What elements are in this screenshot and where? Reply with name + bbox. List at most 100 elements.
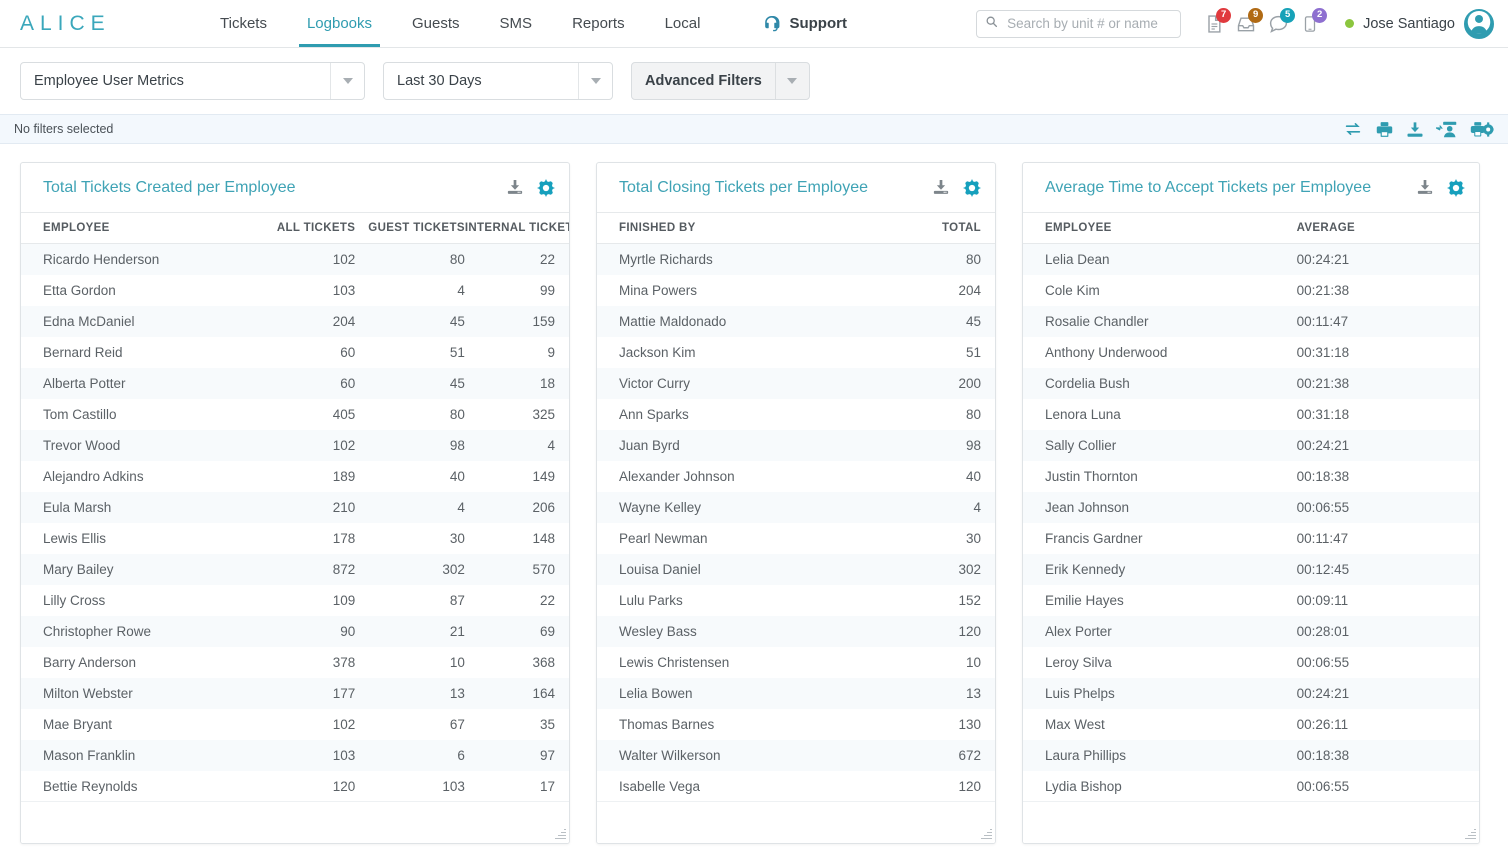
table-row[interactable]: Alexander Johnson40 xyxy=(597,461,995,492)
chevron-down-icon[interactable] xyxy=(330,63,364,99)
table-row[interactable]: Cole Kim00:21:38 xyxy=(1023,275,1479,306)
print-settings-icon[interactable] xyxy=(1470,121,1494,138)
nav-item-reports[interactable]: Reports xyxy=(552,0,645,47)
table-row[interactable]: Louisa Daniel302 xyxy=(597,554,995,585)
table-row[interactable]: Lewis Ellis17830148 xyxy=(21,523,569,554)
resize-handle[interactable] xyxy=(1464,828,1476,840)
table-row[interactable]: Lulu Parks152 xyxy=(597,585,995,616)
table-row[interactable]: Jackson Kim51 xyxy=(597,337,995,368)
table-row[interactable]: Wesley Bass120 xyxy=(597,616,995,647)
nav-item-sms[interactable]: SMS xyxy=(480,0,553,47)
avatar[interactable] xyxy=(1464,9,1494,39)
table-row[interactable]: Justin Thornton00:18:38 xyxy=(1023,461,1479,492)
table-row[interactable]: Trevor Wood102984 xyxy=(21,430,569,461)
col-finished-by[interactable]: FINISHED BY xyxy=(597,213,856,244)
advanced-filters-button[interactable]: Advanced Filters xyxy=(631,62,810,100)
resize-handle[interactable] xyxy=(554,828,566,840)
nav-item-guests[interactable]: Guests xyxy=(392,0,480,47)
col-total[interactable]: TOTAL xyxy=(856,213,995,244)
col-employee[interactable]: EMPLOYEE xyxy=(1023,213,1297,244)
gear-icon[interactable] xyxy=(963,179,981,197)
table-row[interactable]: Isabelle Vega120 xyxy=(597,771,995,801)
col-guest-tickets[interactable]: GUEST TICKETS xyxy=(355,213,465,244)
chevron-down-icon[interactable] xyxy=(578,63,612,99)
table-row[interactable]: Victor Curry200 xyxy=(597,368,995,399)
table-row[interactable]: Eula Marsh2104206 xyxy=(21,492,569,523)
resize-handle[interactable] xyxy=(980,828,992,840)
col-employee[interactable]: EMPLOYEE xyxy=(21,213,251,244)
table-row[interactable]: Lewis Christensen10 xyxy=(597,647,995,678)
table-row[interactable]: Francis Gardner00:11:47 xyxy=(1023,523,1479,554)
table-row[interactable]: Lelia Dean00:24:21 xyxy=(1023,244,1479,276)
gear-icon[interactable] xyxy=(1447,179,1465,197)
table-row[interactable]: Mary Bailey872302570 xyxy=(21,554,569,585)
table-row[interactable]: Christopher Rowe902169 xyxy=(21,616,569,647)
table-row[interactable]: Laura Phillips00:18:38 xyxy=(1023,740,1479,771)
table-row[interactable]: Alex Porter00:28:01 xyxy=(1023,616,1479,647)
nav-item-tickets[interactable]: Tickets xyxy=(200,0,287,47)
table-row[interactable]: Ann Sparks80 xyxy=(597,399,995,430)
table-row[interactable]: Lelia Bowen13 xyxy=(597,678,995,709)
cell-name: Sally Collier xyxy=(1023,430,1297,461)
col-internal-tickets[interactable]: INTERNAL TICKETS xyxy=(465,213,569,244)
search-box[interactable] xyxy=(976,10,1181,38)
alice-logo[interactable]: ALICE xyxy=(20,12,150,36)
send-to-user-icon[interactable] xyxy=(1436,121,1458,138)
table-row[interactable]: Milton Webster17713164 xyxy=(21,678,569,709)
table-row[interactable]: Tom Castillo40580325 xyxy=(21,399,569,430)
table-row[interactable]: Alberta Potter604518 xyxy=(21,368,569,399)
table-row[interactable]: Lydia Bishop00:06:55 xyxy=(1023,771,1479,801)
table-row[interactable]: Thomas Barnes130 xyxy=(597,709,995,740)
inbox-tray-icon[interactable]: 9 xyxy=(1233,11,1259,37)
nav-item-support[interactable]: Support xyxy=(762,14,847,33)
table-row[interactable]: Mina Powers204 xyxy=(597,275,995,306)
document-notes-icon[interactable]: 7 xyxy=(1201,11,1227,37)
download-icon[interactable] xyxy=(506,179,524,196)
table-row[interactable]: Lenora Luna00:31:18 xyxy=(1023,399,1479,430)
table-row[interactable]: Etta Gordon103499 xyxy=(21,275,569,306)
table-row[interactable]: Leroy Silva00:06:55 xyxy=(1023,647,1479,678)
table-row[interactable]: Luis Phelps00:24:21 xyxy=(1023,678,1479,709)
download-icon[interactable] xyxy=(1406,121,1424,138)
table-row[interactable]: Cordelia Bush00:21:38 xyxy=(1023,368,1479,399)
nav-item-logbooks[interactable]: Logbooks xyxy=(287,0,392,47)
table-row[interactable]: Emilie Hayes00:09:11 xyxy=(1023,585,1479,616)
table-row[interactable]: Jean Johnson00:06:55 xyxy=(1023,492,1479,523)
gear-icon[interactable] xyxy=(537,179,555,197)
col-average[interactable]: AVERAGE xyxy=(1297,213,1479,244)
download-icon[interactable] xyxy=(1416,179,1434,196)
table-row[interactable]: Sally Collier00:24:21 xyxy=(1023,430,1479,461)
table-row[interactable]: Anthony Underwood00:31:18 xyxy=(1023,337,1479,368)
table-row[interactable]: Ricardo Henderson1028022 xyxy=(21,244,569,276)
table-row[interactable]: Juan Byrd98 xyxy=(597,430,995,461)
search-input[interactable] xyxy=(1005,15,1172,32)
nav-item-local[interactable]: Local xyxy=(645,0,721,47)
table-row[interactable]: Wayne Kelley4 xyxy=(597,492,995,523)
col-all-tickets[interactable]: ALL TICKETS xyxy=(251,213,355,244)
table-row[interactable]: Bettie Reynolds12010317 xyxy=(21,771,569,801)
table-row[interactable]: Max West00:26:11 xyxy=(1023,709,1479,740)
table-row[interactable]: Edna McDaniel20445159 xyxy=(21,306,569,337)
chat-bubble-icon[interactable]: 5 xyxy=(1265,11,1291,37)
table-row[interactable]: Alejandro Adkins18940149 xyxy=(21,461,569,492)
table-body: Ricardo Henderson1028022Etta Gordon10349… xyxy=(21,244,569,802)
table-row[interactable]: Barry Anderson37810368 xyxy=(21,647,569,678)
download-icon[interactable] xyxy=(932,179,950,196)
user-menu[interactable]: Jose Santiago xyxy=(1345,9,1494,39)
table-row[interactable]: Lilly Cross1098722 xyxy=(21,585,569,616)
table-row[interactable]: Erik Kennedy00:12:45 xyxy=(1023,554,1479,585)
report-type-select[interactable]: Employee User Metrics xyxy=(20,62,365,100)
mobile-device-icon[interactable]: 2 xyxy=(1297,11,1323,37)
date-range-select[interactable]: Last 30 Days xyxy=(383,62,613,100)
table-row[interactable]: Myrtle Richards80 xyxy=(597,244,995,276)
table-row[interactable]: Rosalie Chandler00:11:47 xyxy=(1023,306,1479,337)
chevron-down-icon[interactable] xyxy=(775,63,809,99)
table-row[interactable]: Walter Wilkerson672 xyxy=(597,740,995,771)
print-icon[interactable] xyxy=(1375,121,1394,138)
table-row[interactable]: Mae Bryant1026735 xyxy=(21,709,569,740)
table-row[interactable]: Bernard Reid60519 xyxy=(21,337,569,368)
table-row[interactable]: Mattie Maldonado45 xyxy=(597,306,995,337)
refresh-icon[interactable] xyxy=(1343,121,1363,137)
table-row[interactable]: Mason Franklin103697 xyxy=(21,740,569,771)
table-row[interactable]: Pearl Newman30 xyxy=(597,523,995,554)
